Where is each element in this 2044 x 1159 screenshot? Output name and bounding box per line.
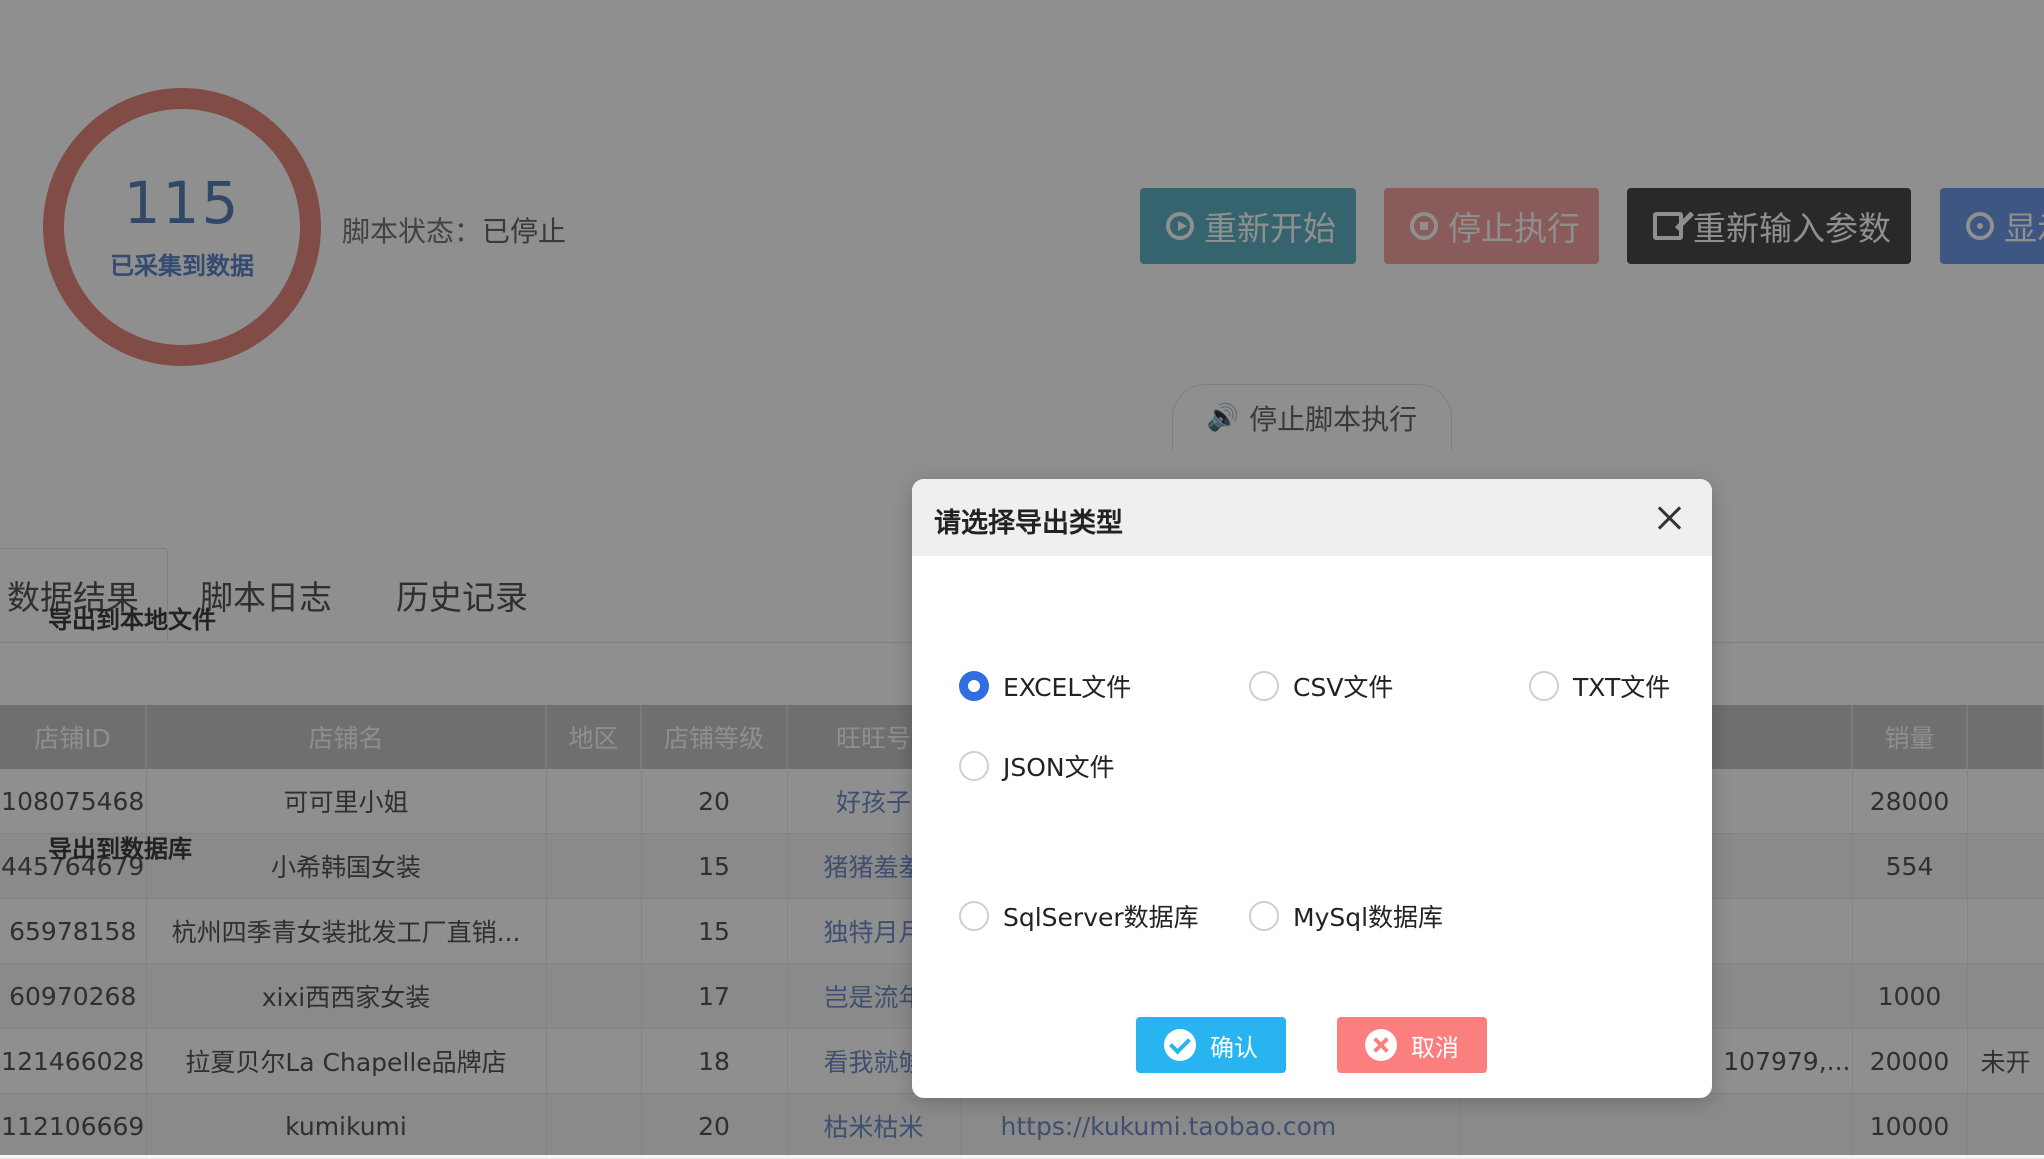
confirm-button-label: 确认: [1210, 1033, 1258, 1062]
radio-sqlserver[interactable]: SqlServer数据库: [959, 898, 1199, 934]
dialog-title: 请选择导出类型: [934, 508, 1123, 539]
dialog-header: 请选择导出类型: [912, 479, 1712, 556]
radio-mysql-label: MySql数据库: [1293, 903, 1444, 932]
radio-sqlserver-label: SqlServer数据库: [1003, 903, 1199, 932]
local-file-section-title: 导出到本地文件: [48, 606, 216, 634]
radio-json[interactable]: JSON文件: [959, 748, 1115, 784]
radio-unchecked-icon: [1249, 671, 1279, 701]
radio-checked-icon: [959, 671, 989, 701]
radio-txt[interactable]: TXT文件: [1529, 668, 1670, 704]
cancel-button-label: 取消: [1411, 1033, 1459, 1062]
radio-unchecked-icon: [1249, 901, 1279, 931]
radio-csv[interactable]: CSV文件: [1249, 668, 1393, 704]
cancel-button[interactable]: 取消: [1337, 1017, 1487, 1073]
radio-unchecked-icon: [1529, 671, 1559, 701]
export-type-dialog: 请选择导出类型: [912, 479, 1712, 1098]
radio-json-label: JSON文件: [1003, 753, 1115, 782]
database-section-title: 导出到数据库: [48, 835, 192, 863]
close-icon[interactable]: [1654, 503, 1684, 533]
radio-unchecked-icon: [959, 901, 989, 931]
confirm-button[interactable]: 确认: [1136, 1017, 1286, 1073]
radio-txt-label: TXT文件: [1573, 673, 1671, 702]
radio-csv-label: CSV文件: [1293, 673, 1394, 702]
radio-mysql[interactable]: MySql数据库: [1249, 898, 1443, 934]
radio-excel[interactable]: EXCEL文件: [959, 668, 1131, 704]
radio-unchecked-icon: [959, 751, 989, 781]
radio-excel-label: EXCEL文件: [1003, 673, 1132, 702]
check-circle-icon: [1164, 1029, 1196, 1061]
close-circle-icon: [1365, 1029, 1397, 1061]
